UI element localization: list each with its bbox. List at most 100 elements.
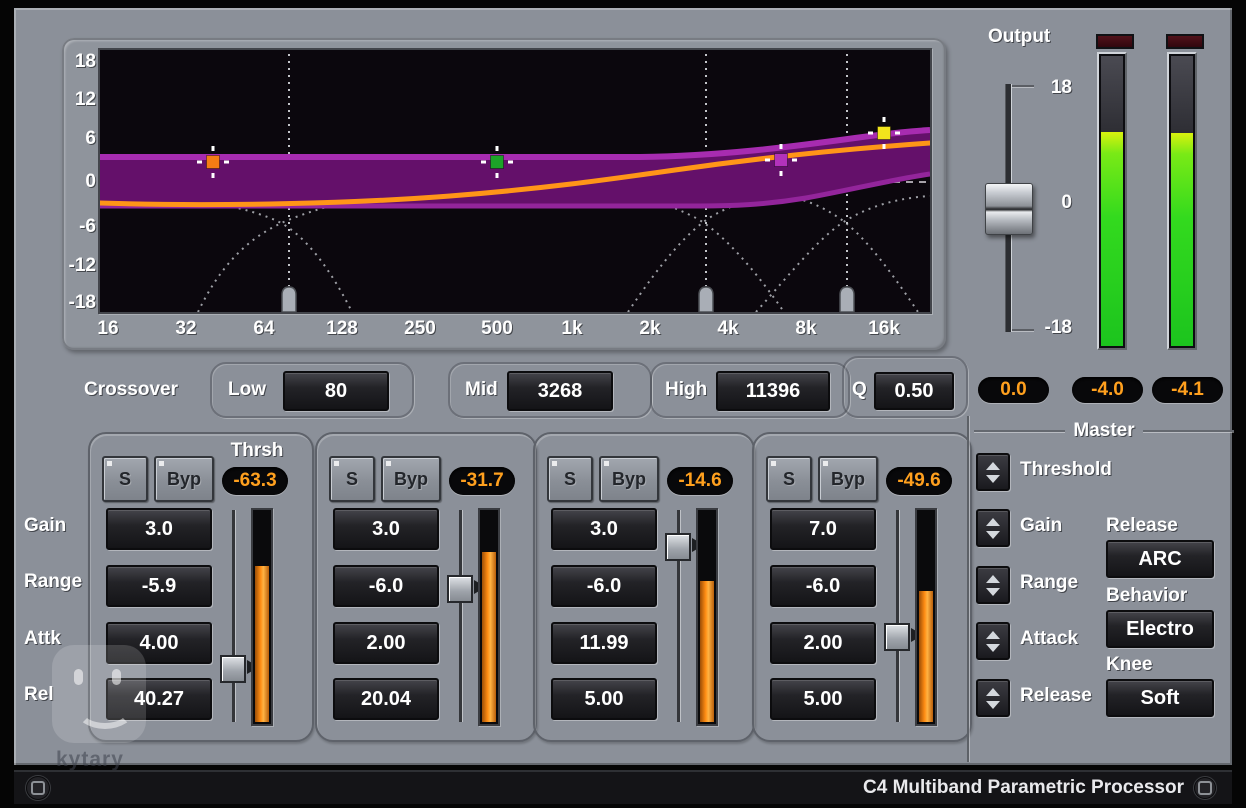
crossover-high-value[interactable]: 11396	[716, 371, 830, 411]
band2-threshold-track	[459, 510, 462, 722]
x-tick: 32	[175, 318, 196, 340]
behavior-button[interactable]: Electro	[1106, 610, 1214, 648]
band3-threshold-handle[interactable]	[665, 533, 691, 561]
band4-release-value[interactable]: 5.00	[770, 678, 876, 720]
band1-bypass-button[interactable]: Byp	[154, 456, 214, 502]
output-slider-handle[interactable]	[985, 183, 1033, 235]
band1-gain-value[interactable]: 3.0	[106, 508, 212, 550]
master-divider	[967, 416, 969, 762]
gain-row-label: Gain	[24, 515, 66, 537]
band3-solo-button[interactable]: S	[547, 456, 593, 502]
knee-button[interactable]: Soft	[1106, 679, 1214, 717]
band3-attack-value[interactable]: 11.99	[551, 622, 657, 664]
release-row-label: Rel	[24, 684, 54, 706]
band1-range-value[interactable]: -5.9	[106, 565, 212, 607]
output-tick: -18	[1036, 317, 1072, 339]
meter-peak-readout-right[interactable]: -4.1	[1152, 377, 1223, 403]
plugin-window: 18 12 6 0 -6 -12 -18 16 32 64 128 250 50…	[0, 0, 1246, 808]
band3-gain-value[interactable]: 3.0	[551, 508, 657, 550]
band3-threshold-readout[interactable]: -14.6	[667, 467, 733, 495]
frequency-graph-plot[interactable]	[98, 48, 932, 314]
band4-panel: S Byp -49.6 7.0 -6.0 2.00 5.00	[752, 432, 972, 742]
x-tick: 4k	[717, 318, 738, 340]
plugin-title: C4 Multiband Parametric Processor	[863, 777, 1184, 799]
clip-led-right[interactable]	[1166, 34, 1204, 49]
x-tick: 250	[404, 318, 436, 340]
band4-gain-value[interactable]: 7.0	[770, 508, 876, 550]
band2-release-value[interactable]: 20.04	[333, 678, 439, 720]
x-tick: 128	[326, 318, 358, 340]
x-tick: 16k	[868, 318, 900, 340]
release-mode-label: Release	[1106, 515, 1178, 537]
band4-attack-value[interactable]: 2.00	[770, 622, 876, 664]
meter-fill	[1171, 133, 1193, 346]
band2-gain-value[interactable]: 3.0	[333, 508, 439, 550]
output-tick: 0	[1036, 192, 1072, 214]
master-range-label: Range	[1020, 572, 1078, 594]
band2-solo-button[interactable]: S	[329, 456, 375, 502]
band1-meter	[251, 508, 273, 726]
band2-range-value[interactable]: -6.0	[333, 565, 439, 607]
band1-marker[interactable]	[207, 156, 220, 169]
output-label: Output	[988, 26, 1050, 48]
band4-range-value[interactable]: -6.0	[770, 565, 876, 607]
band2-bypass-button[interactable]: Byp	[381, 456, 441, 502]
band3-bypass-button[interactable]: Byp	[599, 456, 659, 502]
y-tick: -6	[62, 216, 96, 238]
band1-solo-button[interactable]: S	[102, 456, 148, 502]
band3-release-value[interactable]: 5.00	[551, 678, 657, 720]
q-label: Q	[852, 379, 867, 401]
band2-marker[interactable]	[491, 156, 504, 169]
x-tick: 16	[97, 318, 118, 340]
crossover-high-label: High	[665, 379, 707, 401]
band1-threshold-readout[interactable]: -63.3	[222, 467, 288, 495]
band4-meter	[915, 508, 937, 726]
band3-range-value[interactable]: -6.0	[551, 565, 657, 607]
y-tick: 6	[62, 128, 96, 150]
q-value[interactable]: 0.50	[874, 372, 954, 410]
crossover-label: Crossover	[84, 379, 178, 401]
y-tick: -12	[62, 255, 96, 277]
range-row-label: Range	[24, 571, 82, 593]
x-tick: 64	[253, 318, 274, 340]
band2-threshold-handle[interactable]	[447, 575, 473, 603]
clip-led-left[interactable]	[1096, 34, 1134, 49]
band4-solo-button[interactable]: S	[766, 456, 812, 502]
wavesystem-menu-icon[interactable]	[26, 776, 50, 800]
master-range-stepper[interactable]	[976, 566, 1010, 604]
master-header: Master	[974, 420, 1234, 442]
y-tick: -18	[62, 292, 96, 314]
band3-marker[interactable]	[775, 154, 788, 167]
band4-threshold-readout[interactable]: -49.6	[886, 467, 952, 495]
bottom-bar: C4 Multiband Parametric Processor	[14, 770, 1232, 804]
band4-bypass-button[interactable]: Byp	[818, 456, 878, 502]
output-tick-mark	[1012, 329, 1034, 331]
band4-meter-fill	[919, 591, 933, 722]
band2-threshold-readout[interactable]: -31.7	[449, 467, 515, 495]
x-tick: 8k	[795, 318, 816, 340]
crossover-mid-value[interactable]: 3268	[507, 371, 613, 411]
meter-peak-readout-left[interactable]: -4.0	[1072, 377, 1143, 403]
band3-panel: S Byp -14.6 3.0 -6.0 11.99 5.00	[533, 432, 755, 742]
crossover-mid-label: Mid	[465, 379, 498, 401]
band3-meter	[696, 508, 718, 726]
master-threshold-stepper[interactable]	[976, 453, 1010, 491]
master-gain-stepper[interactable]	[976, 509, 1010, 547]
crossover-low-value[interactable]: 80	[283, 371, 389, 411]
master-release-stepper[interactable]	[976, 679, 1010, 717]
band1-threshold-handle[interactable]	[220, 655, 246, 683]
master-title: Master	[1073, 420, 1134, 442]
knee-label: Knee	[1106, 654, 1152, 676]
band2-attack-value[interactable]: 2.00	[333, 622, 439, 664]
band4-marker[interactable]	[878, 127, 891, 140]
band1-meter-fill	[255, 566, 269, 722]
dynamics-range-band	[100, 130, 930, 206]
band4-threshold-handle[interactable]	[884, 623, 910, 651]
output-gain-readout[interactable]: 0.0	[978, 377, 1049, 403]
wavesystem-menu-icon-right[interactable]	[1194, 777, 1216, 799]
x-tick: 1k	[561, 318, 582, 340]
master-attack-stepper[interactable]	[976, 622, 1010, 660]
frequency-response-graph	[100, 50, 930, 312]
release-mode-button[interactable]: ARC	[1106, 540, 1214, 578]
band1-threshold-track	[232, 510, 235, 722]
